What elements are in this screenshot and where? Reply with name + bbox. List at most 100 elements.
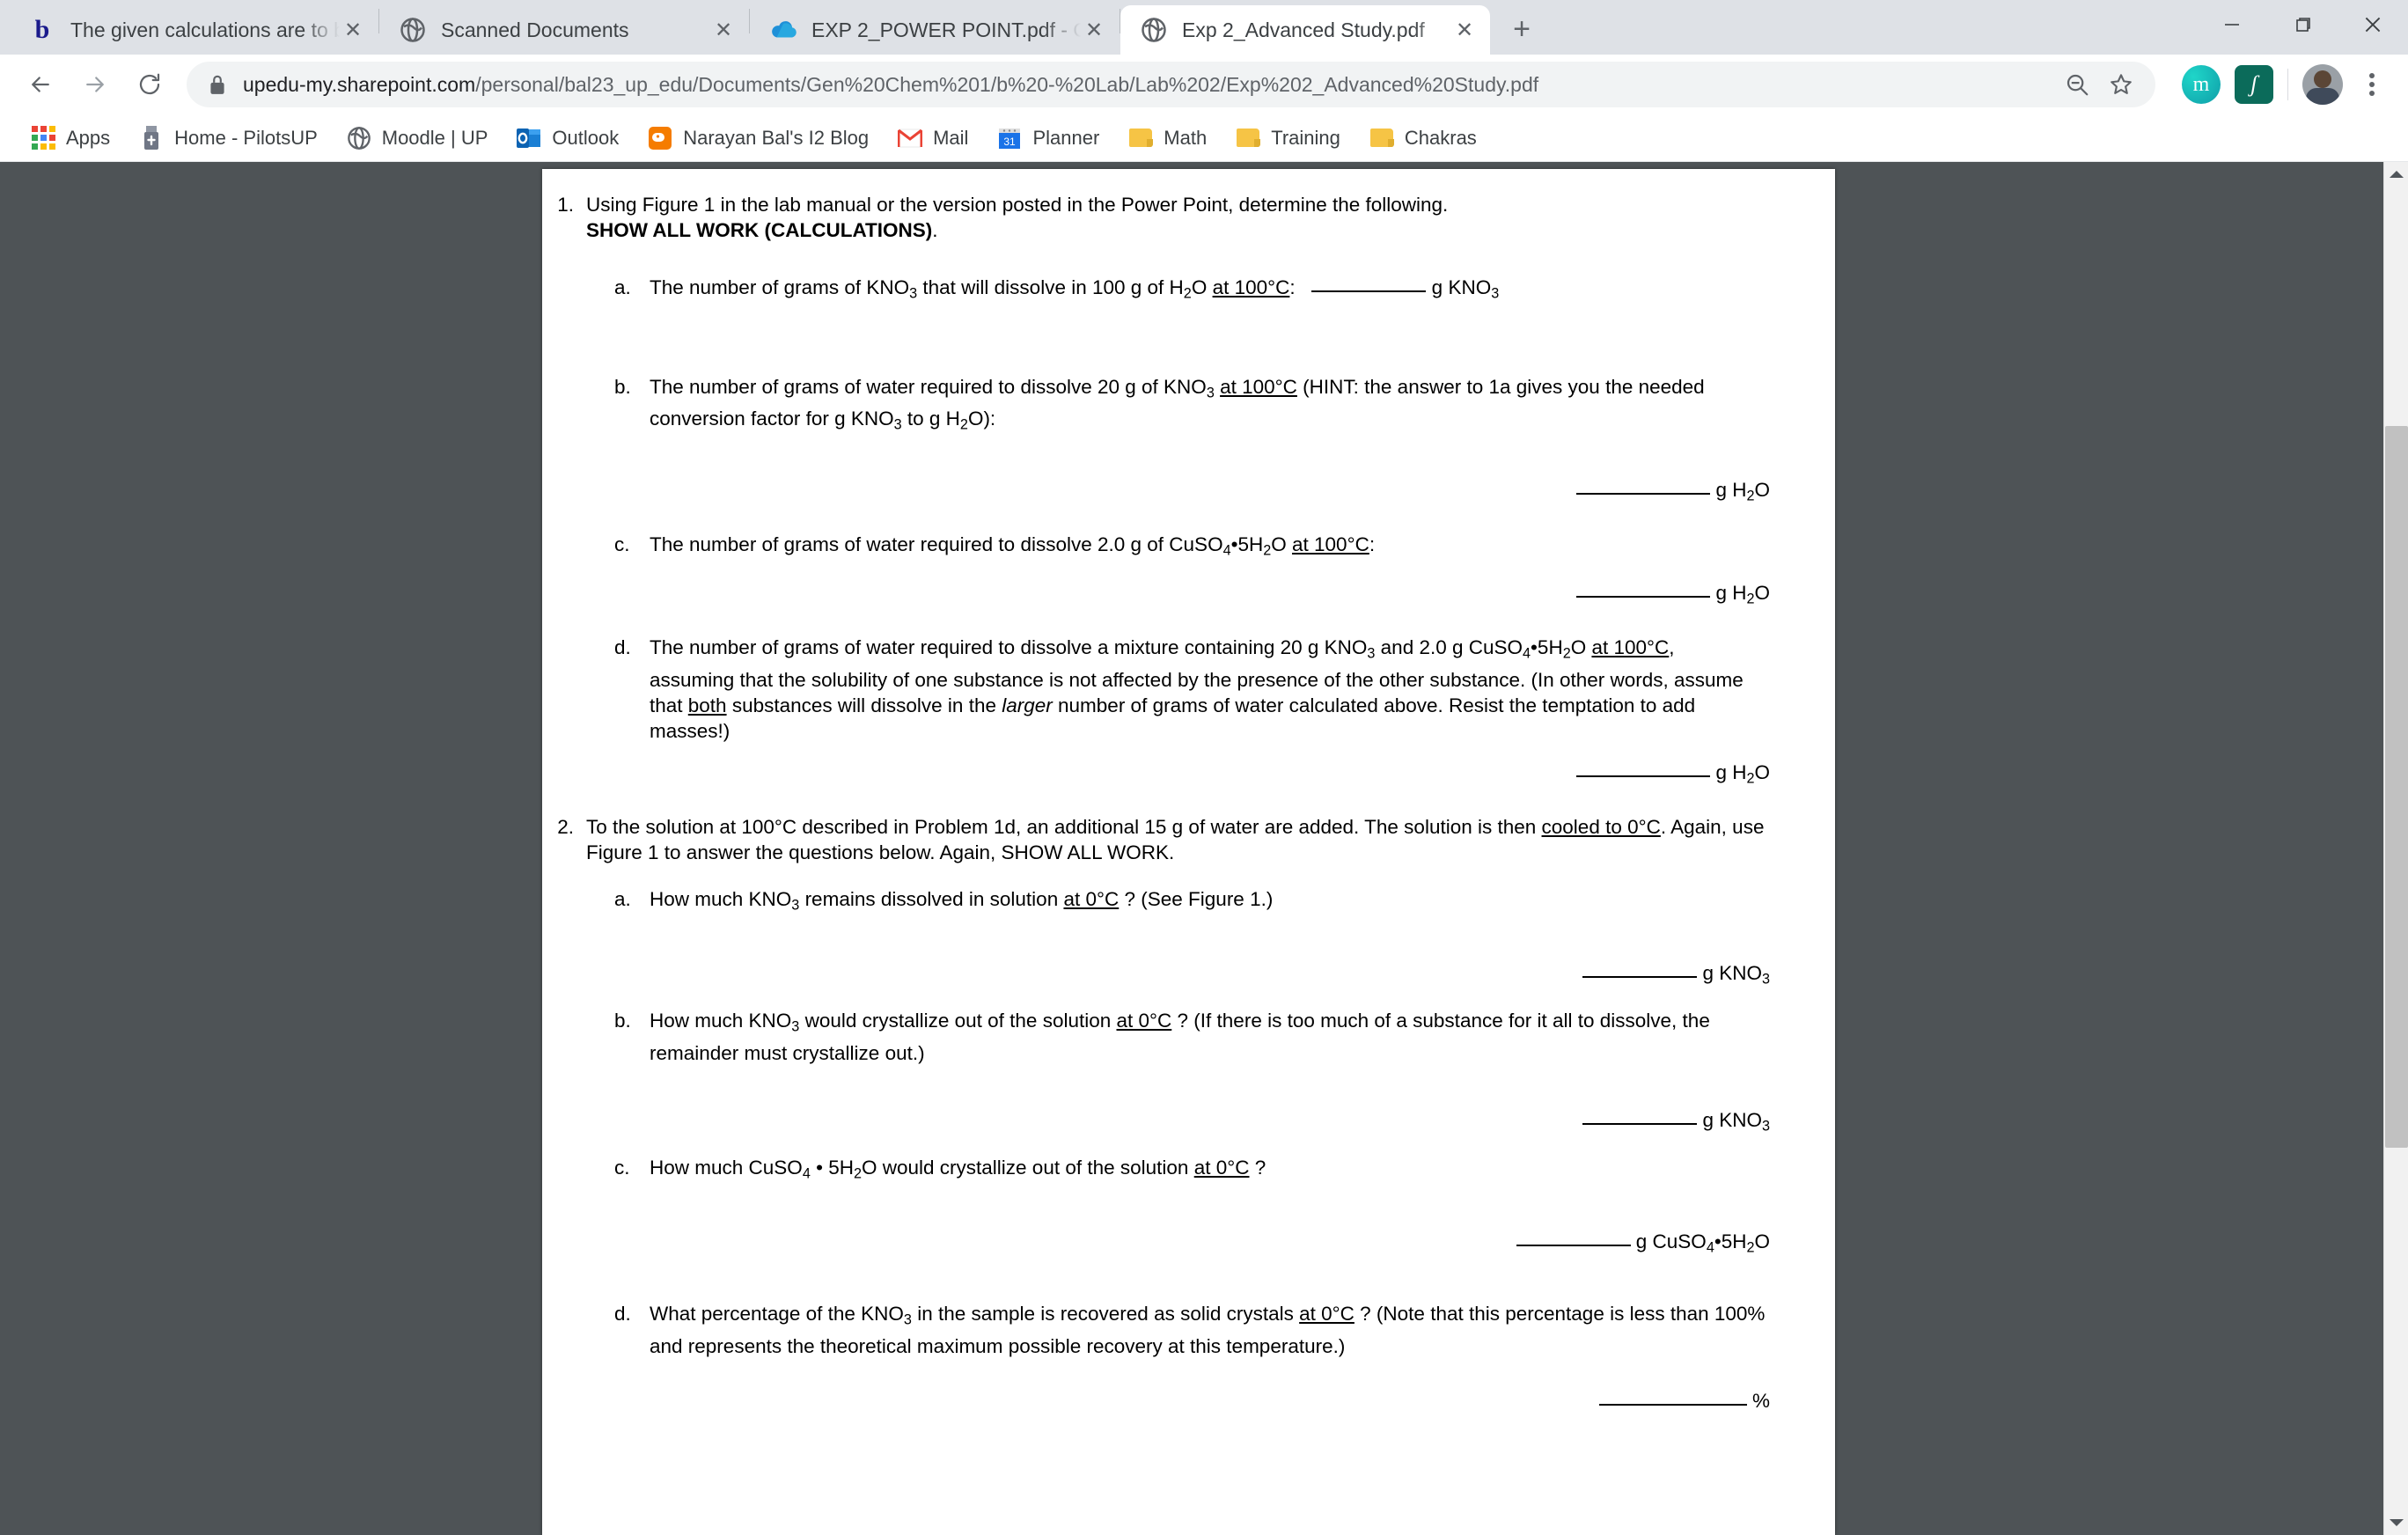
avatar[interactable] bbox=[2302, 64, 2343, 105]
question-1-intro: Using Figure 1 in the lab manual or the … bbox=[586, 192, 1763, 217]
browser-tab-3[interactable]: Exp 2_Advanced Study.pdf ✕ bbox=[1120, 5, 1490, 55]
sub: 3 bbox=[1491, 285, 1500, 302]
pdf-page: 1. Using Figure 1 in the lab manual or t… bbox=[542, 169, 1835, 1535]
chrome-menu-button[interactable] bbox=[2352, 64, 2392, 105]
t: O bbox=[1271, 533, 1293, 556]
question-1a: a. The number of grams of KNO3 that will… bbox=[614, 275, 1770, 307]
tab-close-button[interactable]: ✕ bbox=[340, 17, 366, 43]
answer-blank[interactable] bbox=[1598, 1403, 1747, 1406]
t: • 5H bbox=[810, 1157, 854, 1179]
part-marker: a. bbox=[614, 276, 631, 298]
part-marker: c. bbox=[614, 1157, 630, 1179]
apps-grid-icon bbox=[30, 125, 56, 151]
sub: 2 bbox=[1562, 645, 1571, 662]
italic-larger: larger bbox=[1002, 694, 1053, 716]
tab-close-button[interactable]: ✕ bbox=[710, 17, 737, 43]
bookmarks-bar: Apps Home - PilotsUP Moodle | UP Outlook… bbox=[0, 114, 2408, 162]
tab-close-button[interactable]: ✕ bbox=[1451, 17, 1478, 43]
tab-strip: b The given calculations are to be p ✕ S… bbox=[0, 0, 2408, 55]
t: O would crystallize out of the solution bbox=[862, 1157, 1194, 1179]
bookmark-label: Mail bbox=[933, 126, 969, 149]
minimize-button[interactable] bbox=[2197, 0, 2267, 49]
s-extension-icon[interactable]: ʃ bbox=[2235, 65, 2273, 104]
t: : bbox=[1369, 533, 1376, 556]
part-marker: b. bbox=[614, 1010, 631, 1032]
close-window-button[interactable] bbox=[2338, 0, 2408, 49]
bookmark-mail[interactable]: Mail bbox=[886, 119, 979, 158]
address-bar[interactable]: upedu-my.sharepoint.com/personal/bal23_u… bbox=[187, 62, 2155, 107]
calendar-31-icon: 31 bbox=[996, 125, 1023, 151]
t: in the sample is recovered as solid crys… bbox=[911, 1303, 1300, 1326]
answer-unit: g KNO bbox=[1697, 1108, 1762, 1131]
answer-blank[interactable] bbox=[1516, 1244, 1631, 1246]
t: O): bbox=[967, 408, 996, 430]
bookmark-folder-chakras[interactable]: Chakras bbox=[1358, 119, 1487, 158]
answer-blank[interactable] bbox=[1576, 492, 1711, 495]
answer-blank[interactable] bbox=[1582, 975, 1698, 978]
scroll-up-arrow[interactable] bbox=[2384, 162, 2408, 187]
t: How much KNO bbox=[650, 888, 792, 911]
question-1b-text: The number of grams of water required to… bbox=[650, 374, 1770, 438]
new-tab-button[interactable]: + bbox=[1499, 6, 1545, 52]
gmail-icon bbox=[897, 125, 923, 151]
sub: 3 bbox=[1761, 1118, 1770, 1135]
bookmark-label: Home - PilotsUP bbox=[174, 126, 318, 149]
pdf-globe-icon bbox=[399, 16, 427, 44]
bookmark-label: Training bbox=[1271, 126, 1340, 149]
underlined-both: both bbox=[687, 694, 727, 716]
m-extension-icon[interactable]: m bbox=[2182, 65, 2221, 104]
bookmark-outlook[interactable]: Outlook bbox=[505, 119, 629, 158]
question-1-showwork-tail: . bbox=[932, 219, 938, 241]
underlined-condition: at 0°C bbox=[1193, 1157, 1250, 1179]
underlined-condition: at 0°C bbox=[1063, 888, 1120, 911]
bookmark-folder-math[interactable]: Math bbox=[1117, 119, 1217, 158]
answer-unit: g H bbox=[1710, 760, 1747, 783]
underlined-condition: at 100°C bbox=[1292, 533, 1369, 556]
lock-icon bbox=[208, 73, 227, 96]
folder-icon bbox=[1127, 125, 1154, 151]
answer-unit: g H bbox=[1710, 478, 1747, 501]
maximize-restore-button[interactable] bbox=[2267, 0, 2338, 49]
part-marker: c. bbox=[614, 533, 630, 556]
answer-blank[interactable] bbox=[1582, 1122, 1698, 1125]
star-icon[interactable] bbox=[2103, 66, 2140, 103]
answer-unit: % bbox=[1746, 1389, 1770, 1412]
scroll-down-arrow[interactable] bbox=[2384, 1510, 2408, 1535]
outlook-icon bbox=[516, 125, 542, 151]
answer-blank[interactable] bbox=[1576, 775, 1711, 777]
answer-blank[interactable] bbox=[1576, 595, 1711, 598]
browser-tab-1[interactable]: Scanned Documents ✕ bbox=[379, 5, 749, 55]
sub: 4 bbox=[802, 1165, 811, 1182]
sub: 3 bbox=[893, 416, 902, 433]
answer-unit: g KNO bbox=[1697, 961, 1762, 984]
tab-close-button[interactable]: ✕ bbox=[1081, 17, 1107, 43]
viewer-scrollbar[interactable] bbox=[2383, 162, 2408, 1535]
bookmark-moodle-up[interactable]: Moodle | UP bbox=[335, 119, 499, 158]
bookmark-label: Chakras bbox=[1404, 126, 1477, 149]
bookmark-label: Math bbox=[1164, 126, 1208, 149]
t: How much CuSO bbox=[650, 1157, 803, 1179]
bookmark-home-pilotsup[interactable]: Home - PilotsUP bbox=[128, 119, 328, 158]
usb-drive-icon bbox=[138, 125, 165, 151]
sub: 4 bbox=[1222, 542, 1231, 559]
question-2d-answer-line: % bbox=[542, 1388, 1770, 1414]
bookmark-apps[interactable]: Apps bbox=[19, 119, 121, 158]
sub: 3 bbox=[791, 897, 800, 914]
browser-tab-2[interactable]: EXP 2_POWER POINT.pdf - OneD ✕ bbox=[750, 5, 1120, 55]
question-2a: a. How much KNO3 remains dissolved in so… bbox=[614, 886, 1770, 919]
bookmark-folder-training[interactable]: Training bbox=[1224, 119, 1351, 158]
answer-blank[interactable] bbox=[1311, 290, 1427, 292]
t: would crystallize out of the solution bbox=[799, 1010, 1117, 1032]
question-2c-answer-line: g CuSO4•5H2O bbox=[542, 1229, 1770, 1261]
browser-tab-0[interactable]: b The given calculations are to be p ✕ bbox=[9, 5, 378, 55]
zoom-out-icon[interactable] bbox=[2059, 66, 2096, 103]
part-marker: a. bbox=[614, 888, 631, 911]
scrollbar-thumb[interactable] bbox=[2385, 426, 2408, 1148]
bookmark-narayan-bals-i2-blog[interactable]: Narayan Bal's I2 Blog bbox=[636, 119, 879, 158]
reload-button[interactable] bbox=[125, 60, 174, 109]
t: remains dissolved in solution bbox=[799, 888, 1064, 911]
sub: 3 bbox=[791, 1018, 800, 1035]
back-button[interactable] bbox=[16, 60, 65, 109]
bookmark-planner[interactable]: 31 Planner bbox=[986, 119, 1110, 158]
forward-button[interactable] bbox=[70, 60, 120, 109]
